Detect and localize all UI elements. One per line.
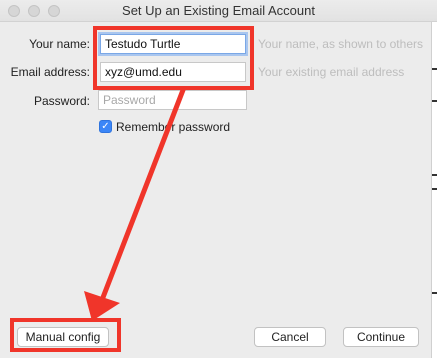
arrow-head	[84, 291, 120, 321]
manual-config-button[interactable]: Manual config	[17, 327, 109, 347]
edge-mark	[432, 68, 437, 70]
your-name-label: Your name:	[29, 37, 90, 51]
edge-mark	[432, 292, 437, 294]
password-input[interactable]	[98, 90, 247, 110]
continue-button[interactable]: Continue	[343, 327, 419, 347]
window-title: Set Up an Existing Email Account	[122, 3, 315, 18]
title-bar: Set Up an Existing Email Account	[0, 0, 437, 22]
email-address-hint: Your existing email address	[258, 65, 405, 79]
remember-password-label: Remember password	[116, 120, 231, 134]
your-name-hint: Your name, as shown to others	[258, 37, 423, 51]
email-address-input[interactable]	[100, 62, 246, 82]
your-name-input[interactable]	[100, 34, 246, 54]
background-window-edge	[431, 22, 437, 358]
remember-password-checkbox[interactable]: ✓	[99, 120, 112, 133]
edge-mark	[432, 188, 437, 190]
cancel-button[interactable]: Cancel	[254, 327, 326, 347]
email-address-label: Email address:	[10, 65, 90, 79]
edge-mark	[432, 100, 437, 102]
password-label: Password:	[33, 94, 90, 108]
edge-mark	[432, 174, 437, 176]
